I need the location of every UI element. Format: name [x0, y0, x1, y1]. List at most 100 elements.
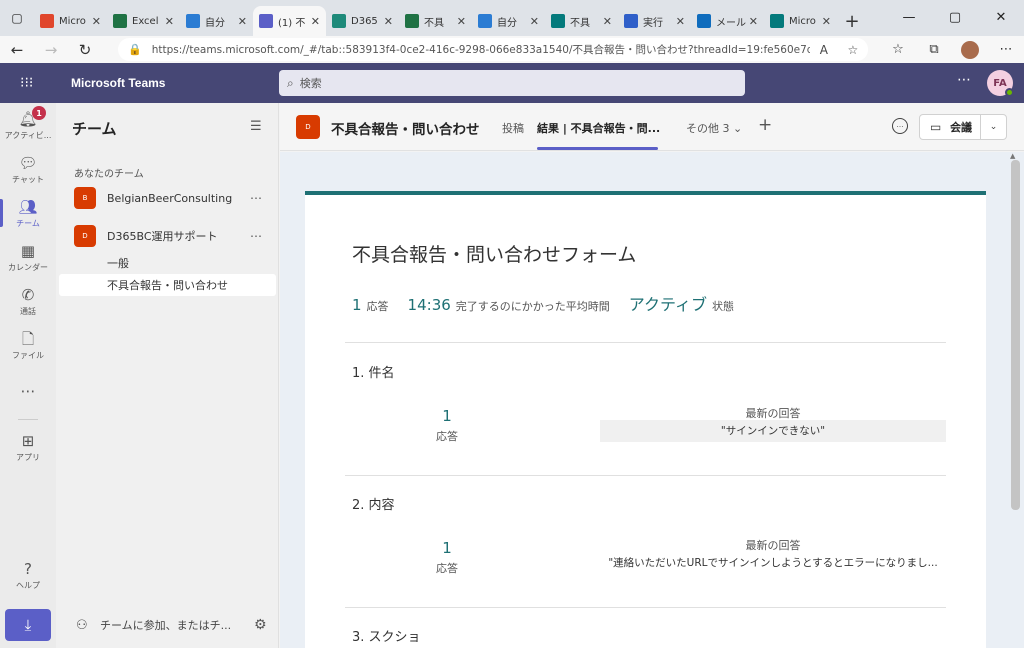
rail-item-file[interactable]: 🗋 ファイル [0, 323, 56, 367]
teams-top-bar: ⁝⁝⁝ Microsoft Teams ⌕ 検索 ⋯ FA [0, 63, 1024, 103]
filter-icon[interactable]: ☰ [250, 119, 262, 134]
channel-team-avatar: D [296, 115, 320, 139]
rail-item-apps[interactable]: ⊞ アプリ [0, 425, 56, 469]
favorites-icon[interactable]: ☆ [880, 36, 916, 63]
tab-more-label: その他 3 [686, 122, 730, 135]
close-tab-icon[interactable]: ✕ [311, 15, 320, 28]
rail-separator [18, 419, 38, 420]
office-icon [40, 14, 54, 28]
form-status: アクティブ [628, 295, 708, 314]
channel-bug-reports[interactable]: 不具合報告・問い合わせ [107, 277, 228, 293]
meet-button[interactable]: ▭ 会議 ⌄ [919, 114, 1007, 140]
browser-tab[interactable]: 自分 ✕ [180, 6, 253, 36]
browser-tab-label: 自分 [497, 17, 517, 29]
close-tab-icon[interactable]: ✕ [92, 15, 101, 28]
tab-more[interactable]: その他 3 ⌄ [686, 120, 742, 136]
rail-item-bell[interactable]: 🔔︎ アクティビ... 1 [0, 103, 56, 147]
search-input[interactable]: ⌕ 検索 [279, 70, 745, 96]
question-response-label: 応答 [436, 430, 458, 443]
close-tab-icon[interactable]: ✕ [676, 15, 685, 28]
browser-tab[interactable]: (1) 不 ✕ [253, 6, 326, 36]
latest-answers-label: 最新の回答 [745, 407, 801, 420]
tab-actions-button[interactable]: ▢ [0, 0, 34, 36]
close-tab-icon[interactable]: ✕ [530, 15, 539, 28]
active-tab-indicator [537, 147, 658, 150]
power-automate-icon [624, 14, 638, 28]
browser-menu-icon[interactable]: ⋯ [988, 36, 1024, 63]
close-tab-icon[interactable]: ✕ [457, 15, 466, 28]
file-icon: 🗋 [21, 329, 35, 348]
rail-item-help[interactable]: ? ヘルプ [0, 553, 56, 597]
browser-tab[interactable]: 自分 ✕ [472, 6, 545, 36]
close-window-button[interactable]: ✕ [978, 0, 1024, 34]
window-controls: — ▢ ✕ [886, 0, 1024, 34]
d365-icon [332, 14, 346, 28]
close-tab-icon[interactable]: ✕ [822, 15, 831, 28]
close-tab-icon[interactable]: ✕ [603, 15, 612, 28]
browser-tab[interactable]: メール ✕ [691, 6, 764, 36]
rail-item-label: チャット [12, 174, 44, 184]
url-field[interactable]: 🔒 https://teams.microsoft.com/_#/tab::58… [118, 38, 868, 61]
browser-tab[interactable]: Micro ✕ [764, 6, 837, 36]
user-avatar[interactable]: FA [987, 70, 1014, 97]
team-item-d365bc[interactable]: D D365BC運用サポート ⋯ [56, 221, 279, 251]
phone-icon: ✆ [21, 285, 35, 304]
tab-posts[interactable]: 投稿 [502, 120, 524, 136]
rail-item-more[interactable]: ⋯ [0, 369, 56, 413]
presence-available-icon [1005, 88, 1014, 97]
chat-icon: 💬︎ [18, 153, 38, 172]
browser-tab[interactable]: Excel ✕ [107, 6, 180, 36]
join-or-create-team[interactable]: ⚇ チームに参加、またはチ... ⚙ [56, 610, 279, 640]
rail-item-calendar[interactable]: ▦ カレンダー [0, 235, 56, 279]
meet-label: 会議 [950, 121, 972, 134]
team-more-icon[interactable]: ⋯ [250, 191, 262, 205]
browser-tab[interactable]: D365 ✕ [326, 6, 399, 36]
question-response-label: 応答 [436, 562, 458, 575]
team-more-icon[interactable]: ⋯ [250, 229, 262, 243]
add-tab-icon[interactable]: + [758, 115, 772, 135]
meet-dropdown-icon[interactable]: ⌄ [980, 115, 1006, 139]
rail-item-chat[interactable]: 💬︎ チャット [0, 147, 56, 191]
close-tab-icon[interactable]: ✕ [238, 15, 247, 28]
browser-tab[interactable]: 実行 ✕ [618, 6, 691, 36]
rail-item-label: ファイル [12, 350, 44, 360]
browser-tab-label: Micro [789, 15, 816, 27]
app-launcher-icon[interactable]: ⁝⁝⁝ [20, 75, 36, 91]
close-tab-icon[interactable]: ✕ [384, 15, 393, 28]
rail-item-phone[interactable]: ✆ 通話 [0, 279, 56, 323]
close-tab-icon[interactable]: ✕ [749, 15, 758, 28]
minimize-button[interactable]: — [886, 0, 932, 34]
tab-results[interactable]: 結果 | 不具合報告・問... [537, 120, 660, 136]
collections-icon[interactable]: ⧉ [916, 36, 952, 63]
forms-icon [551, 14, 565, 28]
rail-item-teams[interactable]: 👥︎ チーム [0, 191, 56, 235]
outlook-icon [697, 14, 711, 28]
forward-button[interactable]: → [34, 36, 68, 63]
conversation-icon[interactable]: … [892, 118, 908, 134]
team-avatar: D [74, 225, 96, 247]
content-scrollbar[interactable] [1011, 160, 1020, 510]
maximize-button[interactable]: ▢ [932, 0, 978, 34]
tab-actions-icon: ▢ [11, 11, 23, 25]
scroll-up-arrow-icon[interactable]: ▲ [1010, 152, 1015, 160]
browser-tab[interactable]: 不具 ✕ [545, 6, 618, 36]
question-title: 3. スクショ [352, 630, 421, 645]
divider [345, 475, 946, 476]
read-aloud-icon[interactable]: A [820, 43, 828, 57]
close-tab-icon[interactable]: ✕ [165, 15, 174, 28]
browser-tab[interactable]: Micro ✕ [34, 6, 107, 36]
team-item-belgianbeerconsulting[interactable]: B BelgianBeerConsulting ⋯ [56, 183, 279, 213]
gear-icon[interactable]: ⚙ [254, 617, 267, 633]
download-app-button[interactable]: ⤓ [5, 609, 51, 641]
new-tab-button[interactable]: + [837, 6, 867, 36]
more-icon: ⋯ [20, 382, 36, 400]
channel-general[interactable]: 一般 [107, 255, 129, 271]
browser-tab-label: (1) 不 [278, 17, 306, 29]
browser-tab[interactable]: 不具 ✕ [399, 6, 472, 36]
more-options-icon[interactable]: ⋯ [957, 72, 971, 88]
back-button[interactable]: ← [0, 36, 34, 63]
refresh-button[interactable]: ↻ [68, 36, 102, 63]
forms-icon [770, 14, 784, 28]
favorite-star-icon[interactable]: ☆ [847, 43, 858, 57]
browser-profile-avatar[interactable] [961, 40, 979, 59]
